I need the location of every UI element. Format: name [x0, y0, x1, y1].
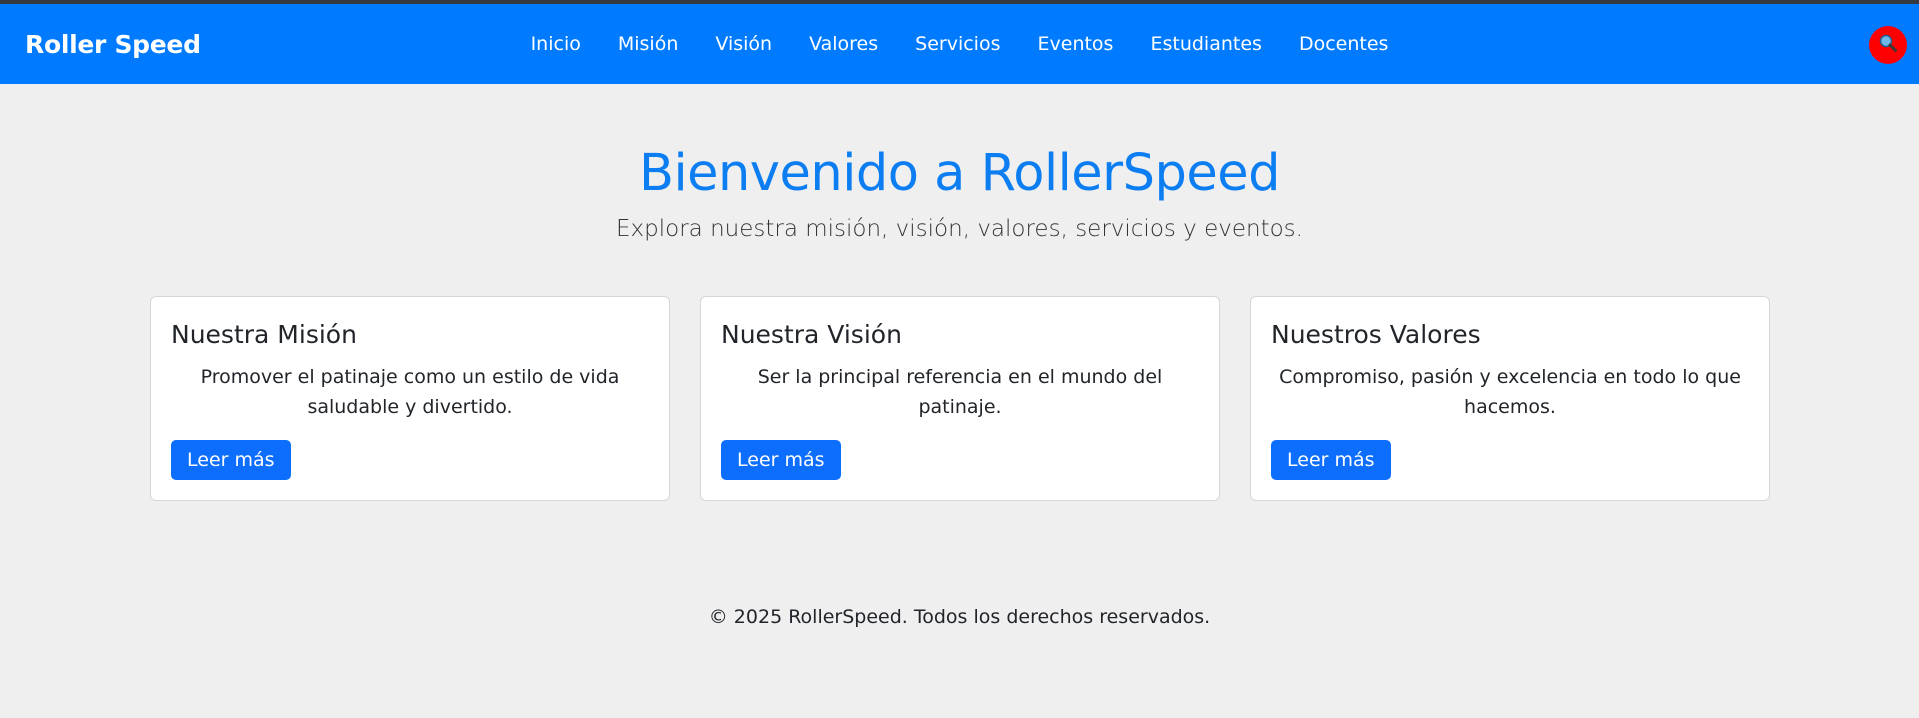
- card-valores: Nuestros Valores Compromiso, pasión y ex…: [1250, 296, 1770, 502]
- cards-row: Nuestra Misión Promover el patinaje como…: [0, 296, 1919, 516]
- card-text: Ser la principal referencia en el mundo …: [757, 366, 1163, 419]
- card-mision: Nuestra Misión Promover el patinaje como…: [150, 296, 670, 502]
- nav-link-docentes[interactable]: Docentes: [1299, 33, 1388, 55]
- search-icon: [1878, 33, 1898, 57]
- card-title: Nuestra Misión: [171, 320, 357, 350]
- card-title: Nuestra Visión: [721, 320, 902, 350]
- card-text: Promover el patinaje como un estilo de v…: [200, 366, 620, 419]
- navbar: Roller Speed Inicio Misión Visión Valore…: [0, 4, 1919, 84]
- nav-link-inicio[interactable]: Inicio: [531, 33, 581, 55]
- nav-link-mision[interactable]: Misión: [618, 33, 679, 55]
- page-subtitle: Explora nuestra misión, visión, valores,…: [616, 216, 1303, 243]
- read-more-button[interactable]: Leer más: [1271, 440, 1391, 481]
- nav-link-servicios[interactable]: Servicios: [915, 33, 1000, 55]
- brand-logo[interactable]: Roller Speed: [25, 30, 201, 59]
- card-vision: Nuestra Visión Ser la principal referenc…: [700, 296, 1220, 502]
- nav-link-valores[interactable]: Valores: [809, 33, 878, 55]
- card-title: Nuestros Valores: [1271, 320, 1481, 350]
- card-text: Compromiso, pasión y excelencia en todo …: [1279, 366, 1741, 419]
- read-more-button[interactable]: Leer más: [721, 440, 841, 481]
- nav-link-vision[interactable]: Visión: [715, 33, 772, 55]
- footer-copyright: © 2025 RollerSpeed. Todos los derechos r…: [708, 606, 1211, 628]
- search-button[interactable]: [1869, 26, 1907, 64]
- nav-link-eventos[interactable]: Eventos: [1038, 33, 1114, 55]
- hero-section: Bienvenido a RollerSpeed Explora nuestra…: [0, 144, 1919, 243]
- page-title: Bienvenido a RollerSpeed: [638, 144, 1281, 203]
- nav-link-estudiantes[interactable]: Estudiantes: [1150, 33, 1261, 55]
- footer: © 2025 RollerSpeed. Todos los derechos r…: [0, 606, 1919, 628]
- read-more-button[interactable]: Leer más: [171, 440, 291, 481]
- nav-links: Inicio Misión Visión Valores Servicios E…: [0, 4, 1919, 84]
